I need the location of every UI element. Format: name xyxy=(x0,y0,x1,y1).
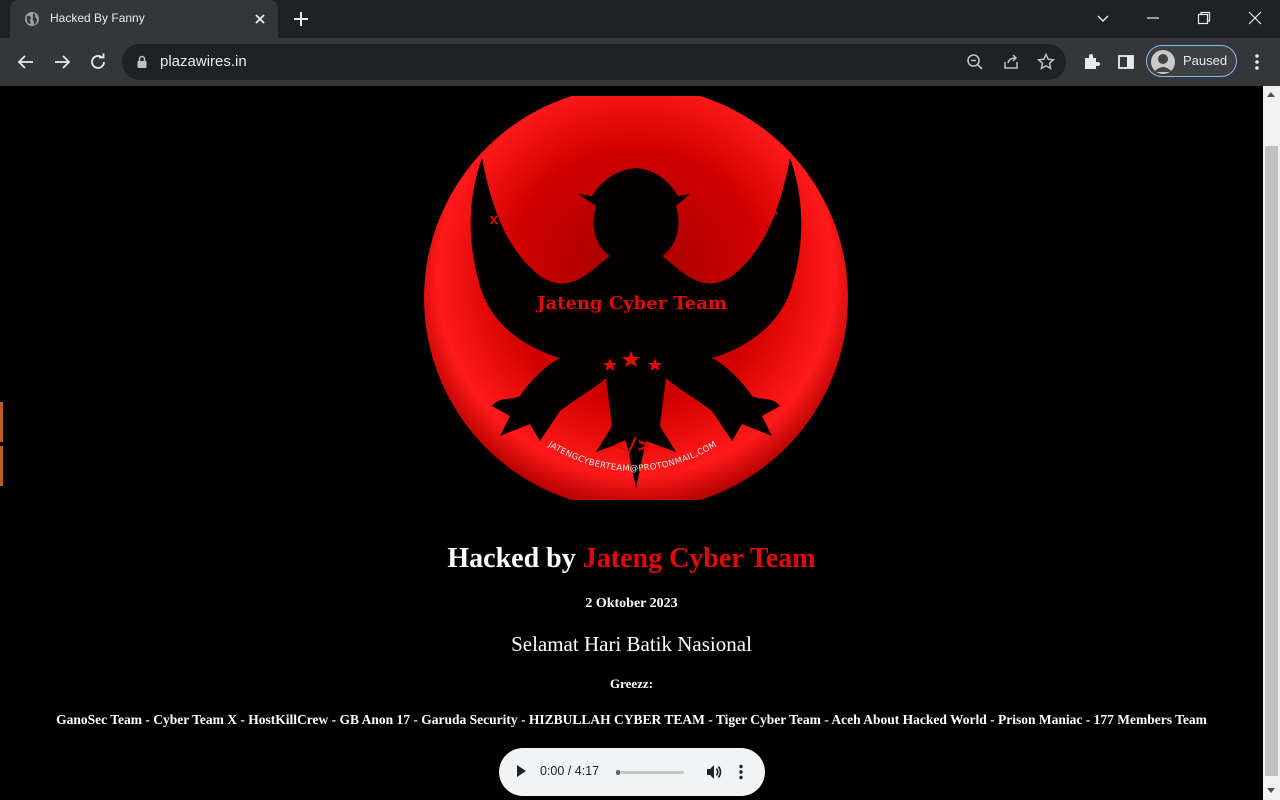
greets-teams-list: GanoSec Team - Cyber Team X - HostKillCr… xyxy=(56,712,1207,727)
volume-icon[interactable] xyxy=(705,763,723,781)
tab-title: Hacked By Fanny xyxy=(50,11,145,25)
x-mark: x xyxy=(490,211,499,228)
share-icon[interactable] xyxy=(1001,52,1021,72)
page-content: x x Jateng Cyber Team </> JATENGCYBERTEA… xyxy=(0,86,1263,800)
page-scrollbar[interactable] xyxy=(1263,86,1280,800)
more-options-icon[interactable] xyxy=(738,763,744,781)
reload-button[interactable] xyxy=(84,48,112,76)
back-button[interactable] xyxy=(12,48,40,76)
x-mark: x xyxy=(770,201,779,218)
avatar xyxy=(1151,50,1175,74)
team-emblem: x x Jateng Cyber Team </> JATENGCYBERTEA… xyxy=(424,96,848,500)
tab-search-icon[interactable] xyxy=(1088,4,1118,32)
headline-team: Jateng Cyber Team xyxy=(582,543,816,574)
browser-toolbar: plazawires.in Paused xyxy=(0,38,1280,86)
side-panel-icon xyxy=(1118,55,1134,69)
reload-icon xyxy=(91,53,105,69)
audio-time: 0:00 / 4:17 xyxy=(540,764,600,778)
headline-prefix: Hacked by xyxy=(447,543,576,574)
audio-progress-track[interactable] xyxy=(616,771,684,774)
scroll-down-icon[interactable] xyxy=(1267,788,1275,793)
bookmark-star-icon[interactable] xyxy=(1036,52,1056,72)
restore-icon[interactable] xyxy=(1189,4,1219,32)
close-window-icon[interactable] xyxy=(1240,4,1270,32)
code-symbol: </> xyxy=(614,433,650,457)
emblem-team-name: Jateng Cyber Team xyxy=(535,293,727,314)
profile-status: Paused xyxy=(1183,53,1228,68)
scroll-up-icon[interactable] xyxy=(1267,92,1275,97)
arrow-left-icon xyxy=(17,55,33,69)
address-bar[interactable]: plazawires.in xyxy=(122,44,1066,80)
close-tab-icon[interactable] xyxy=(252,11,268,27)
browser-tab[interactable]: Hacked By Fanny xyxy=(10,0,278,38)
tab-strip: Hacked By Fanny xyxy=(0,0,1280,38)
zoom-icon[interactable] xyxy=(965,52,985,72)
minimize-icon[interactable] xyxy=(1138,4,1168,32)
lock-icon[interactable] xyxy=(136,55,148,69)
url-text[interactable]: plazawires.in xyxy=(160,53,247,70)
page-headline: Hacked by Jateng Cyber Team xyxy=(0,543,1263,575)
forward-button[interactable] xyxy=(48,48,76,76)
puzzle-icon xyxy=(1085,54,1100,69)
new-tab-icon[interactable] xyxy=(290,8,312,30)
edge-marker xyxy=(0,402,3,442)
edge-marker xyxy=(0,446,3,486)
kebab-menu-icon xyxy=(1255,54,1259,70)
deface-date: 2 Oktober 2023 xyxy=(585,596,678,611)
greeting-text: Selamat Hari Batik Nasional xyxy=(511,632,752,656)
extensions-button[interactable] xyxy=(1077,48,1105,76)
greets-label: Greezz: xyxy=(609,676,654,691)
arrow-right-icon xyxy=(55,55,71,69)
audio-progress-knob[interactable] xyxy=(616,770,620,775)
play-icon[interactable] xyxy=(515,764,527,778)
audio-player: 0:00 / 4:17 xyxy=(499,748,765,796)
scrollbar-thumb[interactable] xyxy=(1265,146,1278,776)
profile-button[interactable]: Paused xyxy=(1146,45,1237,77)
menu-button[interactable] xyxy=(1243,48,1271,76)
side-panel-button[interactable] xyxy=(1112,48,1140,76)
globe-icon xyxy=(25,12,39,26)
